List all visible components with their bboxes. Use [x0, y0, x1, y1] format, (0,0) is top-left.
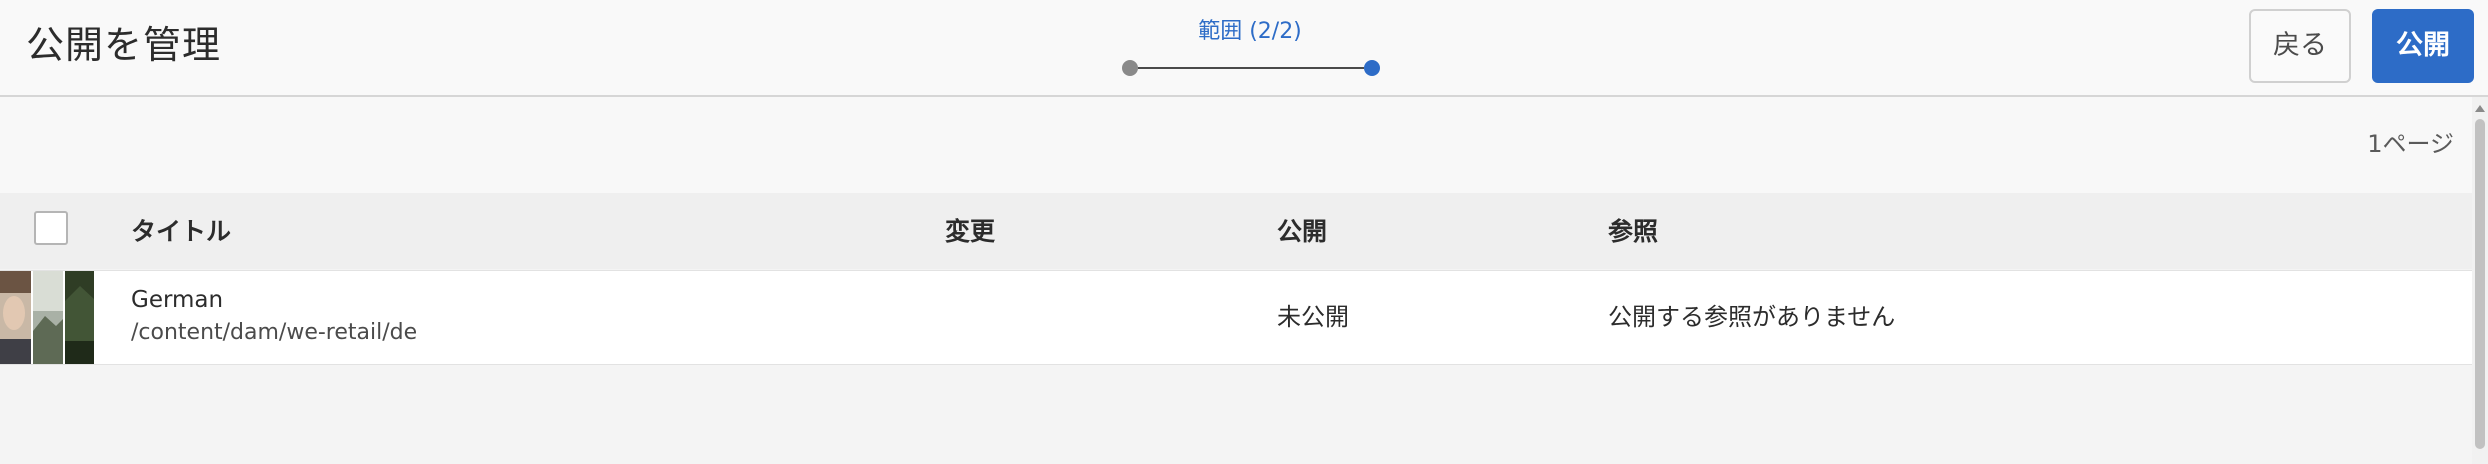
- content-area: 1ページ タイトル 変更 公開 参照 German /content/dam/w…: [0, 97, 2472, 464]
- manage-publication-wizard: 公開を管理 範囲 (2/2) 戻る 公開 1ページ タイトル 変更 公開 参照: [0, 0, 2488, 464]
- row-references: 公開する参照がありません: [1608, 303, 1896, 331]
- column-header-modified[interactable]: 変更: [945, 217, 995, 247]
- scroll-up-arrow-icon[interactable]: [2475, 105, 2485, 112]
- wizard-progress-line: [1138, 67, 1364, 69]
- wizard-step-label: 範囲 (2/2): [1198, 19, 1302, 44]
- row-path: /content/dam/we-retail/de: [131, 320, 418, 345]
- row-title: German: [131, 287, 224, 313]
- page-count-bar: 1ページ: [0, 97, 2472, 193]
- page-count: 1ページ: [2367, 130, 2454, 158]
- vertical-scrollbar[interactable]: [2472, 97, 2488, 464]
- wizard-step-2-dot: [1364, 60, 1380, 76]
- row-publication-status: 未公開: [1277, 303, 1349, 331]
- column-header-title[interactable]: タイトル: [131, 217, 231, 247]
- page-title: 公開を管理: [26, 23, 222, 67]
- column-header-references[interactable]: 参照: [1608, 217, 1658, 247]
- header: 公開を管理 範囲 (2/2) 戻る 公開: [0, 0, 2488, 97]
- select-all-checkbox[interactable]: [34, 211, 68, 245]
- scrollbar-thumb[interactable]: [2475, 119, 2485, 449]
- publish-button[interactable]: 公開: [2372, 9, 2474, 83]
- wizard-step-1-dot: [1122, 60, 1138, 76]
- table-header: タイトル 変更 公開 参照: [0, 193, 2472, 269]
- column-header-published[interactable]: 公開: [1277, 217, 1327, 247]
- back-button[interactable]: 戻る: [2249, 9, 2351, 83]
- folder-thumbnail-icon: [0, 271, 94, 364]
- table-row[interactable]: German /content/dam/we-retail/de 未公開 公開す…: [0, 270, 2472, 365]
